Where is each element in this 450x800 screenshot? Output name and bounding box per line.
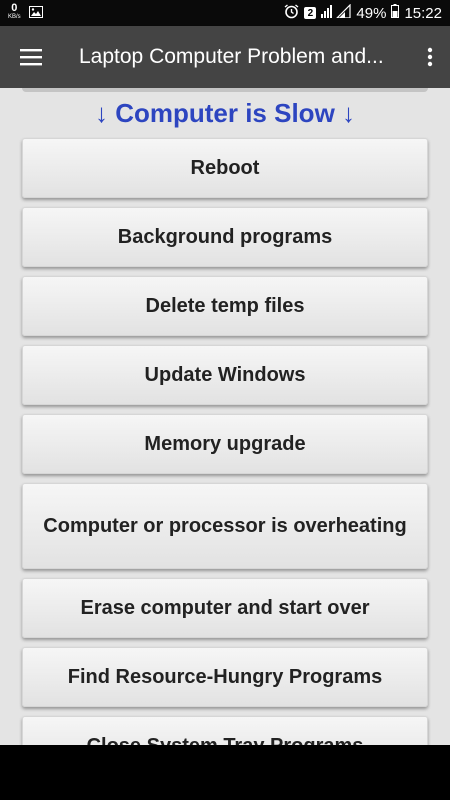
previous-item-edge <box>22 88 428 92</box>
more-vert-icon <box>427 47 433 67</box>
image-notification-icon <box>28 5 43 22</box>
overflow-menu-button[interactable] <box>410 26 450 88</box>
status-bar: 0 KB/s 2 49% 15:22 <box>0 0 450 26</box>
hamburger-icon <box>20 49 42 66</box>
list-item-erase-computer[interactable]: Erase computer and start over <box>22 578 428 638</box>
sim-badge: 2 <box>304 7 317 19</box>
list-item-update-windows[interactable]: Update Windows <box>22 345 428 405</box>
alarm-icon <box>284 3 299 23</box>
list-item-overheating[interactable]: Computer or processor is overheating <box>22 483 428 569</box>
hamburger-menu-button[interactable] <box>0 26 62 88</box>
list-item-reboot[interactable]: Reboot <box>22 138 428 198</box>
list-item-memory-upgrade[interactable]: Memory upgrade <box>22 414 428 474</box>
topic-list: Reboot Background programs Delete temp f… <box>22 138 428 745</box>
network-speed: 0 KB/s <box>8 2 21 22</box>
signal-icon <box>321 3 352 22</box>
navigation-bar <box>0 745 450 800</box>
battery-icon <box>391 4 400 22</box>
battery-percent: 49% <box>356 4 387 22</box>
list-item-system-tray-programs[interactable]: Close System Tray Programs <box>22 716 428 745</box>
content-scroll-area[interactable]: ↓ Computer is Slow ↓ Reboot Background p… <box>0 88 450 745</box>
clock: 15:22 <box>404 4 442 22</box>
section-title: ↓ Computer is Slow ↓ <box>94 98 356 128</box>
app-title: Laptop Computer Problem and... <box>79 45 384 68</box>
list-item-resource-hungry-programs[interactable]: Find Resource-Hungry Programs <box>22 647 428 707</box>
list-item-delete-temp-files[interactable]: Delete temp files <box>22 276 428 336</box>
network-speed-value: 0 <box>11 2 18 14</box>
network-speed-unit: KB/s <box>8 14 21 20</box>
app-bar: Laptop Computer Problem and... <box>0 26 450 88</box>
list-item-background-programs[interactable]: Background programs <box>22 207 428 267</box>
